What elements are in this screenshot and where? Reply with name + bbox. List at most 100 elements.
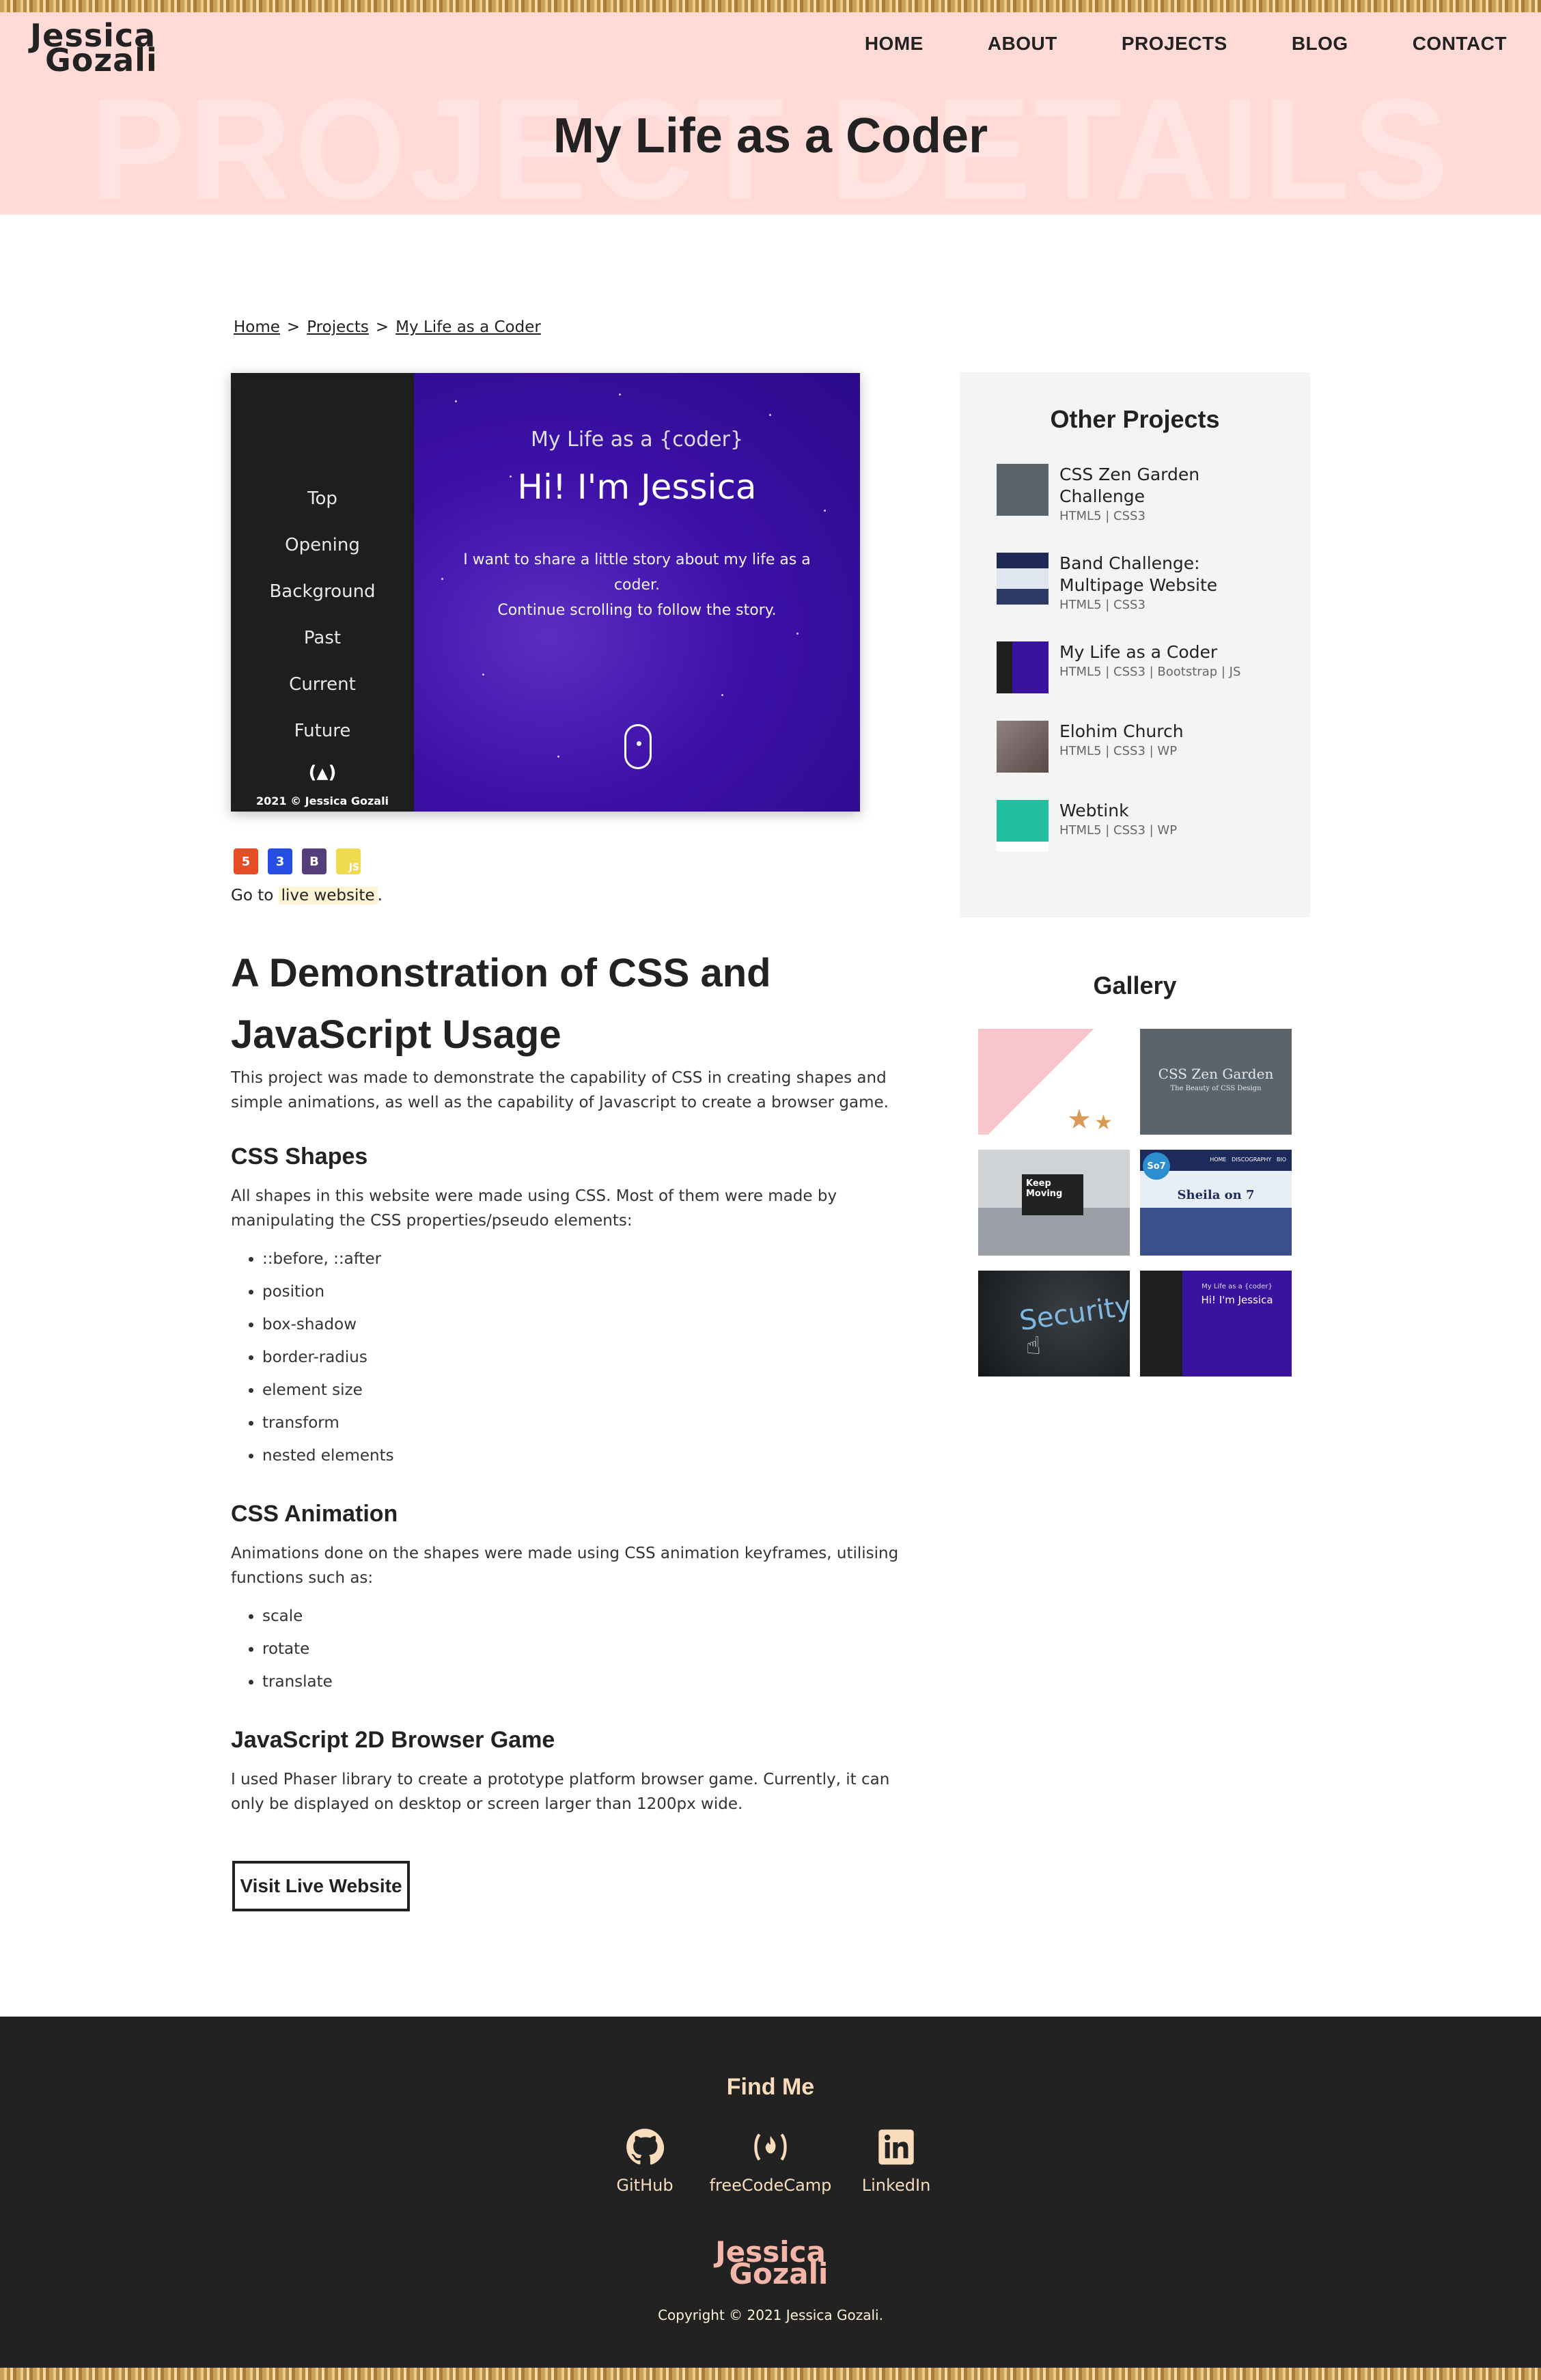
breadcrumb-separator: > xyxy=(375,318,389,336)
css-animation-list: scale rotate translate xyxy=(262,1600,921,1698)
article-heading: A Demonstration of CSS and JavaScript Us… xyxy=(231,951,771,1057)
page-header: Jessica Gozali HOME ABOUT PROJECTS BLOG … xyxy=(0,12,1541,215)
live-website-line: Go to live website. xyxy=(231,887,383,904)
breadcrumb-home[interactable]: Home xyxy=(234,318,280,336)
html5-icon: 5 xyxy=(234,848,258,874)
preview-text-2: Continue scrolling to follow the story. xyxy=(497,602,777,619)
preview-copyright: 2021 © Jessica Gozali xyxy=(255,794,389,807)
breadcrumb: Home > Projects > My Life as a Coder xyxy=(234,318,541,336)
other-project-item[interactable]: My Life as a Coder HTML5 | CSS3 | Bootst… xyxy=(997,641,1283,693)
other-project-item[interactable]: Webtink HTML5 | CSS3 | WP xyxy=(997,800,1283,852)
preview-fcc-icon: (▲) xyxy=(308,762,337,783)
gallery-image-sheila-on-7[interactable]: So7 HOME DISCOGRAPHY BIO Sheila on 7 xyxy=(1140,1150,1292,1256)
list-item: rotate xyxy=(262,1633,921,1665)
preview-menu-item: Opening xyxy=(285,535,360,555)
breadcrumb-projects[interactable]: Projects xyxy=(307,318,369,336)
other-project-item[interactable]: Band Challenge: Multipage Website HTML5 … xyxy=(997,553,1283,614)
project-tags: HTML5 | CSS3 xyxy=(1059,509,1146,523)
live-website-link[interactable]: live website xyxy=(278,887,378,904)
live-link-suffix: . xyxy=(377,887,383,904)
bottom-glitter-border xyxy=(0,2368,1541,2380)
project-title: My Life as a Coder xyxy=(1059,642,1218,662)
js-game-heading: JavaScript 2D Browser Game xyxy=(231,1727,555,1753)
project-preview-image: Top Opening Background Past Current Futu… xyxy=(231,373,860,812)
footer-copyright: Copyright © 2021 Jessica Gozali. xyxy=(658,2307,883,2323)
project-thumbnail xyxy=(997,464,1049,516)
gallery-image-css-zen-garden[interactable]: CSS Zen Garden The Beauty of CSS Design xyxy=(1140,1029,1292,1135)
project-article: A Demonstration of CSS and JavaScript Us… xyxy=(231,943,921,1816)
github-label: GitHub xyxy=(616,2176,674,2195)
project-thumbnail xyxy=(997,553,1049,605)
freecodecamp-link[interactable]: freeCodeCamp xyxy=(710,2128,831,2195)
nav-blog[interactable]: BLOG xyxy=(1292,33,1348,55)
nav-contact[interactable]: CONTACT xyxy=(1413,33,1507,55)
list-item: translate xyxy=(262,1665,921,1698)
footer-logo-line-2: Gozali xyxy=(729,2257,829,2291)
social-links: GitHub freeCodeCamp LinkedIn xyxy=(0,2128,1541,2195)
freecodecamp-icon xyxy=(754,2133,787,2161)
nav-home[interactable]: HOME xyxy=(865,33,924,55)
gallery-title: Gallery xyxy=(1093,971,1177,999)
preview-hero: My Life as a {coder} Hi! I'm Jessica I w… xyxy=(414,373,860,812)
bootstrap-icon: B xyxy=(302,848,327,874)
gallery-image-my-life-coder[interactable]: My Life as a {coder} Hi! I'm Jessica xyxy=(1140,1271,1292,1376)
github-icon xyxy=(626,2129,664,2165)
other-projects-list: CSS Zen Garden Challenge HTML5 | CSS3 Ba… xyxy=(997,464,1283,879)
preview-headline: Hi! I'm Jessica xyxy=(517,467,757,507)
github-link[interactable]: GitHub xyxy=(597,2128,693,2195)
list-item: scale xyxy=(262,1600,921,1633)
other-projects-title: Other Projects xyxy=(1050,405,1220,433)
css-shapes-text: All shapes in this website were made usi… xyxy=(231,1187,837,1230)
top-glitter-border xyxy=(0,0,1541,12)
project-tags: HTML5 | CSS3 | WP xyxy=(1059,744,1178,758)
list-item: nested elements xyxy=(262,1439,921,1472)
css-shapes-list: ::before, ::after position box-shadow bo… xyxy=(262,1243,921,1472)
breadcrumb-current[interactable]: My Life as a Coder xyxy=(395,318,541,336)
css-animation-heading: CSS Animation xyxy=(231,1501,398,1527)
preview-text-1: I want to share a little story about my … xyxy=(463,551,811,594)
project-tags: HTML5 | CSS3 xyxy=(1059,598,1146,612)
nav-about[interactable]: ABOUT xyxy=(988,33,1057,55)
tech-stack-icons: 5 3 B JS xyxy=(234,848,361,874)
list-item: box-shadow xyxy=(262,1308,921,1341)
scroll-mouse-icon xyxy=(624,724,652,769)
gallery-grid: ★ ★ CSS Zen Garden The Beauty of CSS Des… xyxy=(978,1029,1292,1376)
preview-menu: Top Opening Background Past Current Futu… xyxy=(231,475,414,754)
freecodecamp-label: freeCodeCamp xyxy=(709,2176,832,2195)
js-game-text: I used Phaser library to create a protot… xyxy=(231,1771,890,1813)
site-logo[interactable]: Jessica Gozali xyxy=(30,20,157,76)
hand-cursor-icon: ☝ xyxy=(1026,1332,1041,1360)
other-project-item[interactable]: CSS Zen Garden Challenge HTML5 | CSS3 xyxy=(997,464,1283,525)
css3-icon: 3 xyxy=(268,848,292,874)
preview-menu-item: Top xyxy=(307,488,337,509)
gallery-sublabel: My Life as a {coder} xyxy=(1202,1283,1273,1290)
linkedin-link[interactable]: LinkedIn xyxy=(848,2128,944,2195)
gallery-label: Keep Moving xyxy=(1022,1174,1083,1215)
project-tags: HTML5 | CSS3 | Bootstrap | JS xyxy=(1059,665,1241,679)
visit-live-website-button[interactable]: Visit Live Website xyxy=(232,1861,410,1911)
list-item: position xyxy=(262,1275,921,1308)
gallery-label: Security xyxy=(1017,1290,1130,1338)
gallery-badge: So7 xyxy=(1143,1152,1170,1180)
find-me-title: Find Me xyxy=(726,2074,815,2100)
linkedin-icon xyxy=(878,2129,914,2165)
list-item: border-radius xyxy=(262,1341,921,1374)
gallery-menu: HOME DISCOGRAPHY BIO xyxy=(1210,1157,1286,1163)
project-title: CSS Zen Garden Challenge xyxy=(1059,465,1200,506)
preview-subtitle: My Life as a {coder} xyxy=(530,428,744,452)
main-nav: HOME ABOUT PROJECTS BLOG CONTACT xyxy=(865,33,1507,55)
gallery-image-keep-moving[interactable]: Keep Moving xyxy=(978,1150,1130,1256)
gallery-label: Hi! I'm Jessica xyxy=(1201,1294,1273,1306)
gallery-image-security[interactable]: Security ☝ xyxy=(978,1271,1130,1376)
nav-projects[interactable]: PROJECTS xyxy=(1122,33,1227,55)
star-decoration-icon: ★ xyxy=(1094,1111,1113,1135)
gallery-image-desk-pink[interactable]: ★ ★ xyxy=(978,1029,1130,1135)
footer-logo: Jessica Gozali xyxy=(0,2238,1541,2291)
site-footer: Find Me GitHub freeCodeCamp LinkedIn Jes… xyxy=(0,2017,1541,2368)
star-decoration-icon: ★ xyxy=(1067,1104,1092,1135)
other-project-item[interactable]: Elohim Church HTML5 | CSS3 | WP xyxy=(997,721,1283,773)
javascript-icon: JS xyxy=(336,848,361,874)
project-title: Band Challenge: Multipage Website xyxy=(1059,553,1218,595)
project-title: Webtink xyxy=(1059,801,1129,820)
css-animation-text: Animations done on the shapes were made … xyxy=(231,1545,899,1587)
